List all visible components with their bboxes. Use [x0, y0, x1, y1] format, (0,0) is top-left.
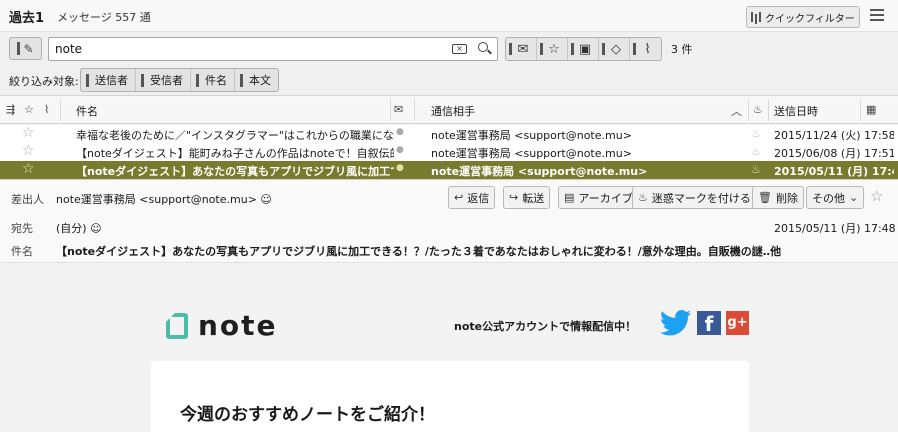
archive-button[interactable]: ▤ アーカイブ	[558, 186, 639, 209]
attachment-filter-button[interactable]: ⌇	[630, 38, 661, 60]
column-date[interactable]: 送信日時	[774, 103, 818, 119]
facebook-icon[interactable]: f	[697, 311, 721, 336]
read-status-icon[interactable]: ●	[396, 163, 404, 173]
menu-icon[interactable]	[870, 9, 884, 21]
tag-filter-button[interactable]: ◇	[599, 38, 630, 60]
junk-button[interactable]: ♨ 迷惑マークを付ける	[632, 186, 757, 209]
star-column-icon[interactable]: ☆	[24, 103, 34, 116]
star-icon[interactable]: ☆	[22, 143, 38, 159]
google-plus-icon[interactable]: g+	[726, 311, 749, 335]
result-count: 3 件	[671, 43, 693, 56]
subject-value: 【noteダイジェスト】あなたの写真もアプリでジブリ風に加工できる！？/たった３…	[56, 245, 782, 258]
twitter-icon[interactable]	[660, 310, 692, 336]
junk-icon: ♨	[638, 191, 648, 204]
quick-filter-label: クイックフィルター	[765, 13, 855, 25]
address-book-icon: ▣	[578, 41, 592, 57]
contact-icon[interactable]: ☺	[90, 222, 101, 235]
sliders-icon	[751, 12, 761, 22]
star-message-icon[interactable]: ☆	[870, 187, 883, 205]
chevron-down-icon: ⌄	[849, 191, 859, 204]
narrow-subject-button[interactable]: 件名	[191, 69, 235, 91]
message-date: 2015/05/11 (月) 17:48	[774, 222, 896, 235]
read-status-icon[interactable]: ●	[396, 127, 404, 137]
message-row[interactable]: ☆ 【noteダイジェスト】能町みね子さんの作品はnoteで！自叙伝的... ●…	[0, 143, 898, 161]
column-picker-icon[interactable]: ▦	[866, 103, 876, 116]
unread-column-icon[interactable]: ✉	[394, 103, 403, 116]
subject-label: 件名	[11, 245, 33, 258]
promo-text: note公式アカウントで情報配信中！	[454, 320, 637, 333]
unread-filter-button[interactable]: ✉	[506, 38, 537, 60]
filter-toggle-group: ✉ ☆ ▣ ◇ ⌇	[505, 37, 662, 61]
card-title: 今週のおすすめノートをご紹介！	[180, 405, 435, 425]
search-box[interactable]	[48, 37, 498, 61]
narrow-label: 絞り込み対象:	[9, 75, 79, 88]
folder-name: 過去1	[9, 11, 45, 26]
junk-column-icon[interactable]: ♨	[753, 103, 763, 116]
other-actions-button[interactable]: その他 ⌄	[806, 186, 865, 209]
read-status-icon[interactable]: ●	[396, 145, 404, 155]
contact-icon[interactable]: ☺	[260, 193, 271, 206]
reply-button[interactable]: ↩ 返信	[448, 186, 496, 209]
toggle-indicator	[17, 42, 21, 55]
tag-icon: ◇	[611, 41, 621, 57]
archive-icon: ▤	[564, 191, 575, 204]
narrow-buttons: 送信者 受信者 件名 本文	[80, 68, 279, 92]
pin-icon: ✎	[23, 41, 34, 56]
narrow-recipient-button[interactable]: 受信者	[136, 69, 191, 91]
clear-search-icon[interactable]: ×	[452, 44, 467, 54]
from-value[interactable]: note運営事務局 <support@note.mu> ☺	[56, 191, 272, 207]
trash-icon: 🗑	[758, 191, 772, 204]
junk-status-icon[interactable]: ♨	[751, 163, 765, 176]
junk-status-icon[interactable]: ♨	[751, 145, 765, 158]
note-logo-text: note	[198, 309, 278, 342]
delete-button[interactable]: 🗑 削除	[752, 186, 804, 209]
narrow-body-button[interactable]: 本文	[235, 69, 278, 91]
star-icon: ☆	[548, 41, 560, 57]
thread-list: ☆ 幸福な老後のために／"インスタグラマー"はこれからの職業になりえ... ● …	[0, 125, 898, 180]
to-label: 宛先	[11, 222, 33, 235]
forward-icon: ↪	[509, 191, 519, 204]
message-row-selected[interactable]: ☆ 【noteダイジェスト】あなたの写真もアプリでジブリ風に加工できる... ●…	[0, 161, 898, 179]
quick-filter-button[interactable]: クイックフィルター	[746, 6, 860, 28]
thread-column-icon[interactable]: ⇶	[6, 103, 15, 116]
star-icon[interactable]: ☆	[22, 161, 38, 177]
envelope-icon: ✉	[517, 41, 529, 57]
sticky-filter-button[interactable]: ✎	[9, 37, 42, 60]
search-icon[interactable]	[478, 42, 488, 52]
contact-filter-button[interactable]: ▣	[568, 38, 599, 60]
narrow-sender-button[interactable]: 送信者	[81, 69, 136, 91]
column-correspondent[interactable]: 通信相手	[431, 103, 475, 119]
to-value[interactable]: (自分) ☺	[56, 220, 102, 236]
message-count: メッセージ 557 通	[57, 11, 151, 24]
paperclip-icon: ⌇	[644, 41, 651, 57]
from-label: 差出人	[11, 193, 44, 206]
junk-status-icon[interactable]: ♨	[751, 127, 765, 140]
message-row[interactable]: ☆ 幸福な老後のために／"インスタグラマー"はこれからの職業になりえ... ● …	[0, 125, 898, 143]
sort-ascending-icon: ︿	[731, 105, 742, 118]
note-logo-icon	[166, 312, 188, 339]
attachment-column-icon[interactable]: ⌇	[44, 103, 49, 116]
column-subject[interactable]: 件名	[76, 103, 98, 119]
starred-filter-button[interactable]: ☆	[537, 38, 568, 60]
note-logo[interactable]: note	[166, 309, 278, 342]
forward-button[interactable]: ↪ 転送	[503, 186, 551, 209]
reply-icon: ↩	[454, 191, 464, 204]
search-input[interactable]	[55, 42, 435, 56]
star-icon[interactable]: ☆	[22, 125, 38, 141]
